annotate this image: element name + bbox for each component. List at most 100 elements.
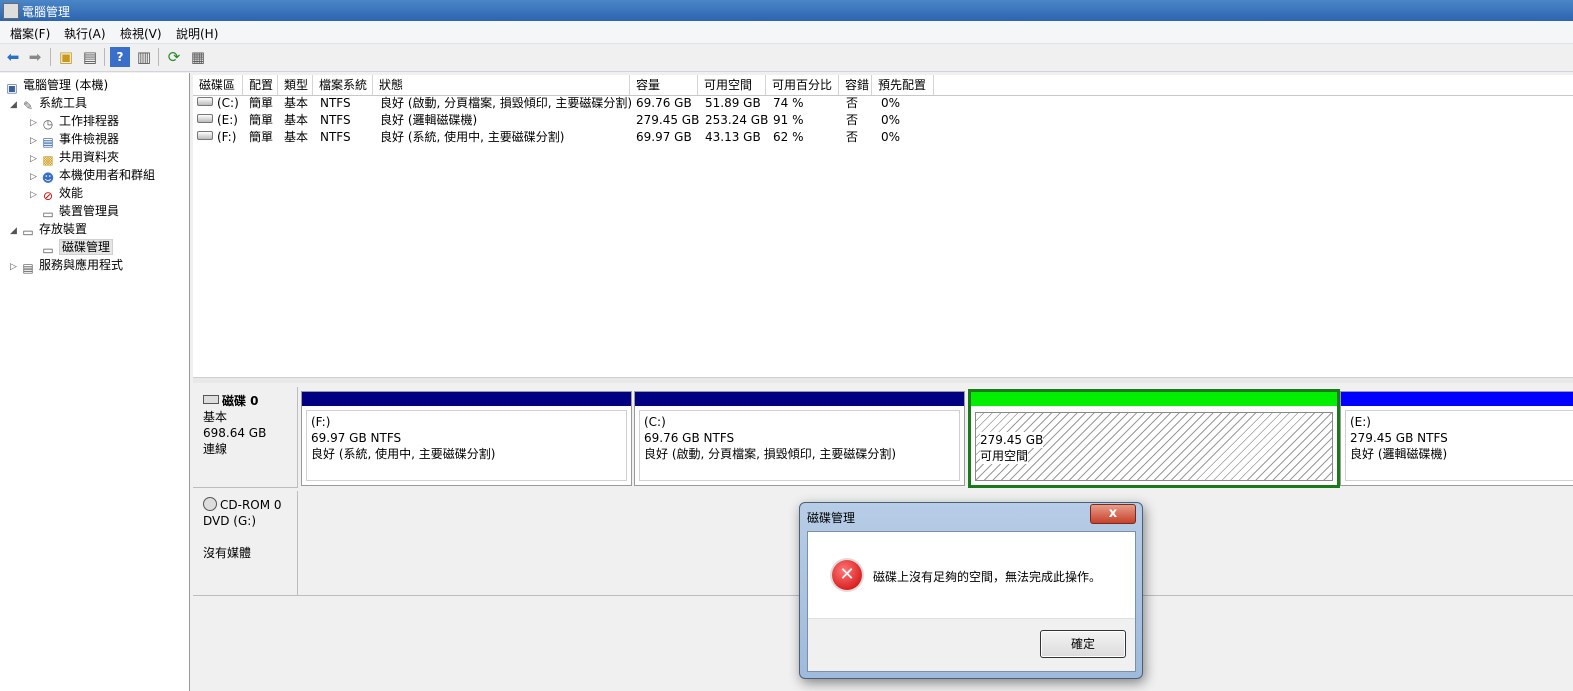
tree-item-root[interactable]: ▣ 電腦管理 (本機) (4, 76, 108, 95)
volume-list: 磁碟區 配置 類型 檔案系統 狀態 容量 可用空間 可用百分比 容錯 預先配置 … (193, 75, 1573, 377)
table-row[interactable]: (E:) 簡單 基本 NTFS 良好 (邏輯磁碟機) 279.45 GB 253… (193, 112, 1573, 129)
volume-name: (E:) (217, 113, 238, 127)
export-list-icon[interactable]: ▦ (188, 47, 208, 67)
disk-0-title: 磁碟 0 (203, 393, 297, 409)
toolbar-separator (104, 48, 105, 66)
free-space-cell: 43.13 GB (705, 130, 761, 144)
ok-button[interactable]: 確定 (1040, 630, 1126, 658)
cdrom-0-type: DVD (G:) (203, 514, 256, 528)
partition-c[interactable]: (C:) 69.76 GB NTFS 良好 (啟動, 分頁檔案, 損毀傾印, 主… (634, 391, 965, 486)
tree-item-services-apps[interactable]: ▷ ▤ 服務與應用程式 (10, 256, 123, 276)
free-percent-cell: 91 % (773, 113, 804, 127)
expand-arrow-icon[interactable]: ▷ (10, 258, 20, 276)
menu-view[interactable]: 檢視(V) (120, 25, 162, 42)
partition-details: (F:) 69.97 GB NTFS 良好 (系統, 使用中, 主要磁碟分割) (306, 410, 627, 481)
file-system-cell: NTFS (320, 130, 351, 144)
help-icon[interactable]: ? (110, 47, 130, 67)
disk-icon (203, 395, 219, 404)
partition-color-bar (635, 392, 964, 406)
collapse-arrow-icon[interactable]: ◢ (10, 222, 20, 240)
capacity-cell: 279.45 GB (636, 113, 700, 127)
partition-status: 良好 (啟動, 分頁檔案, 損毀傾印, 主要磁碟分割) (644, 447, 897, 461)
volume-name: (C:) (217, 96, 239, 110)
column-header-capacity[interactable]: 容量 (630, 75, 698, 95)
partition-color-bar (971, 392, 1337, 406)
partition-size: 279.45 GB (980, 432, 1044, 448)
cdrom-0-status: 沒有媒體 (203, 546, 252, 560)
cdrom-0-name: CD-ROM 0 (220, 498, 282, 512)
free-space-cell: 51.89 GB (705, 96, 761, 110)
close-button[interactable]: x (1090, 504, 1136, 524)
status-cell: 良好 (系統, 使用中, 主要磁碟分割) (380, 130, 565, 144)
partition-e[interactable]: (E:) 279.45 GB NTFS 良好 (邏輯磁碟機) (1340, 391, 1573, 486)
up-folder-icon[interactable]: ▣ (56, 47, 76, 67)
toolbar-separator (158, 48, 159, 66)
column-header-status[interactable]: 狀態 (373, 75, 630, 95)
tree-item-disk-management[interactable]: ▭ 磁碟管理 (40, 238, 114, 257)
tree-item-local-users[interactable]: ▷ ☻ 本機使用者和群組 (30, 166, 155, 185)
fault-tolerance-cell: 否 (846, 130, 859, 144)
column-header-volume[interactable]: 磁碟區 (193, 75, 243, 95)
type-cell: 基本 (284, 96, 309, 110)
menu-file[interactable]: 檔案(F) (10, 25, 50, 42)
column-header-overhead[interactable]: 預先配置 (872, 75, 934, 95)
column-header-type[interactable]: 類型 (278, 75, 313, 95)
volume-name: (F:) (217, 130, 237, 144)
back-icon[interactable]: ⬅ (3, 47, 23, 67)
cdrom-0-title: CD-ROM 0 (203, 497, 297, 513)
computer-management-icon (3, 3, 19, 19)
partition-details: (C:) 69.76 GB NTFS 良好 (啟動, 分頁檔案, 損毀傾印, 主… (639, 410, 960, 481)
error-icon: ✕ (832, 560, 862, 590)
table-row[interactable]: (F:) 簡單 基本 NTFS 良好 (系統, 使用中, 主要磁碟分割) 69.… (193, 129, 1573, 146)
forward-icon[interactable]: ➡ (25, 47, 45, 67)
volume-cell: (C:) (197, 95, 239, 112)
drive-icon (197, 114, 213, 123)
cdrom-icon (203, 497, 217, 511)
status-cell: 良好 (啟動, 分頁檔案, 損毀傾印, 主要磁碟分割) (380, 96, 633, 110)
tree-item-performance[interactable]: ▷ ⊘ 效能 (30, 184, 83, 204)
cdrom-0-label[interactable]: CD-ROM 0 DVD (G:) 沒有媒體 (193, 491, 298, 596)
capacity-cell: 69.97 GB (636, 130, 692, 144)
tree-item-shared-folders[interactable]: ▷ ▩ 共用資料夾 (30, 148, 119, 167)
dialog-footer: 確定 (808, 618, 1135, 671)
type-cell: 基本 (284, 130, 309, 144)
menu-action[interactable]: 執行(A) (64, 25, 106, 42)
menu-help[interactable]: 說明(H) (176, 25, 218, 42)
tree-item-event-viewer[interactable]: ▷ ▤ 事件檢視器 (30, 130, 119, 149)
refresh-icon[interactable]: ⟳ (164, 47, 184, 67)
status-cell: 良好 (邏輯磁碟機) (380, 113, 478, 127)
expand-arrow-icon[interactable]: ▷ (30, 186, 40, 204)
tree-item-storage[interactable]: ◢ ▭ 存放裝置 (10, 220, 87, 240)
overhead-cell: 0% (881, 113, 901, 127)
partition-size: 69.97 GB NTFS (311, 431, 402, 445)
partition-color-bar (302, 392, 631, 406)
tree-item-device-manager[interactable]: ▭ 裝置管理員 (40, 202, 119, 221)
show-hide-tree-icon[interactable]: ▤ (80, 47, 100, 67)
toolbar-separator (50, 48, 51, 66)
free-percent-cell: 74 % (773, 96, 804, 110)
drive-icon (197, 131, 213, 140)
disk-0-size: 698.64 GB (203, 426, 267, 440)
column-header-free-space[interactable]: 可用空間 (698, 75, 766, 95)
partition-free-space[interactable]: 279.45 GB 可用空間 (968, 389, 1340, 488)
title-bar: 電腦管理 (0, 0, 1573, 21)
column-header-layout[interactable]: 配置 (243, 75, 278, 95)
dialog-message: 磁碟上沒有足夠的空間，無法完成此操作。 (873, 570, 1102, 584)
column-header-file-system[interactable]: 檔案系統 (313, 75, 373, 95)
collapse-arrow-icon[interactable]: ◢ (10, 96, 20, 114)
volume-list-header: 磁碟區 配置 類型 檔案系統 狀態 容量 可用空間 可用百分比 容錯 預先配置 (193, 75, 1573, 96)
partition-f[interactable]: (F:) 69.97 GB NTFS 良好 (系統, 使用中, 主要磁碟分割) (301, 391, 632, 486)
disk-0-label[interactable]: 磁碟 0 基本 698.64 GB 連線 (193, 387, 298, 488)
fault-tolerance-cell: 否 (846, 113, 859, 127)
capacity-cell: 69.76 GB (636, 96, 692, 110)
show-action-pane-icon[interactable]: ▥ (134, 47, 154, 67)
tree-item-system-tools[interactable]: ◢ ✎ 系統工具 (10, 94, 87, 114)
column-header-free-percent[interactable]: 可用百分比 (766, 75, 839, 95)
tree-item-task-scheduler[interactable]: ▷ ◷ 工作排程器 (30, 112, 119, 131)
column-header-fault-tolerance[interactable]: 容錯 (839, 75, 872, 95)
layout-cell: 簡單 (249, 130, 274, 144)
table-row[interactable]: (C:) 簡單 基本 NTFS 良好 (啟動, 分頁檔案, 損毀傾印, 主要磁碟… (193, 95, 1573, 112)
partition-status: 良好 (系統, 使用中, 主要磁碟分割) (311, 447, 496, 461)
file-system-cell: NTFS (320, 96, 351, 110)
